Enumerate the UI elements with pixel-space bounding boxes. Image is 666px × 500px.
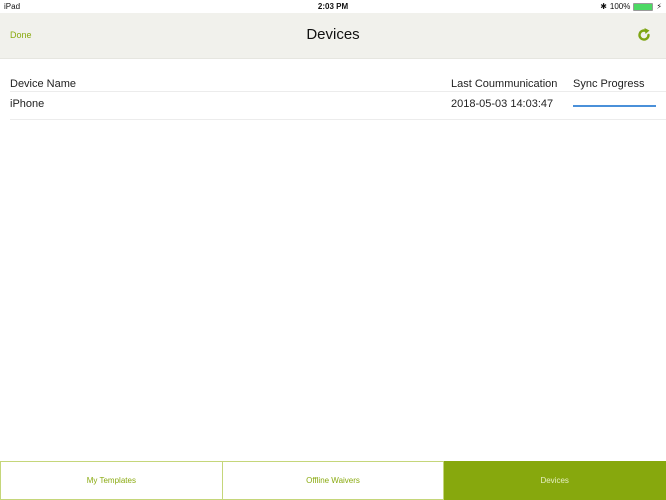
battery-percent: 100% <box>609 2 631 11</box>
navigation-bar: Done Devices <box>0 13 666 59</box>
status-time: 2:03 PM <box>317 2 349 11</box>
tab-devices[interactable]: Devices <box>444 461 666 500</box>
battery-icon <box>633 2 654 11</box>
column-header-device-name: Device Name <box>10 78 77 90</box>
tab-offline-waivers[interactable]: Offline Waivers <box>222 461 445 500</box>
battery-fill <box>634 3 653 10</box>
sync-progress-bar <box>573 105 656 107</box>
devices-table: Device Name Last Coummunication Sync Pro… <box>10 76 666 120</box>
page-title: Devices <box>306 26 360 43</box>
refresh-icon <box>638 28 650 41</box>
sync-progress-fill <box>573 105 656 107</box>
tab-bar: My Templates Offline Waivers Devices <box>0 461 666 500</box>
table-row[interactable]: iPhone 2018-05-03 14:03:47 <box>10 92 666 120</box>
device-name-cell: iPhone <box>10 98 45 110</box>
column-header-sync-progress: Sync Progress <box>573 78 645 90</box>
last-communication-cell: 2018-05-03 14:03:47 <box>451 98 554 110</box>
bluetooth-icon: ✱ <box>600 2 607 11</box>
status-bar: iPad 2:03 PM ✱ 100% ⚡ <box>0 0 666 13</box>
table-header: Device Name Last Coummunication Sync Pro… <box>10 76 666 92</box>
column-header-last-communication: Last Coummunication <box>451 78 558 90</box>
refresh-button[interactable] <box>636 27 652 43</box>
tab-my-templates[interactable]: My Templates <box>0 461 223 500</box>
bolt-icon: ⚡ <box>656 2 662 11</box>
status-right: ✱ 100% ⚡ <box>600 2 662 11</box>
